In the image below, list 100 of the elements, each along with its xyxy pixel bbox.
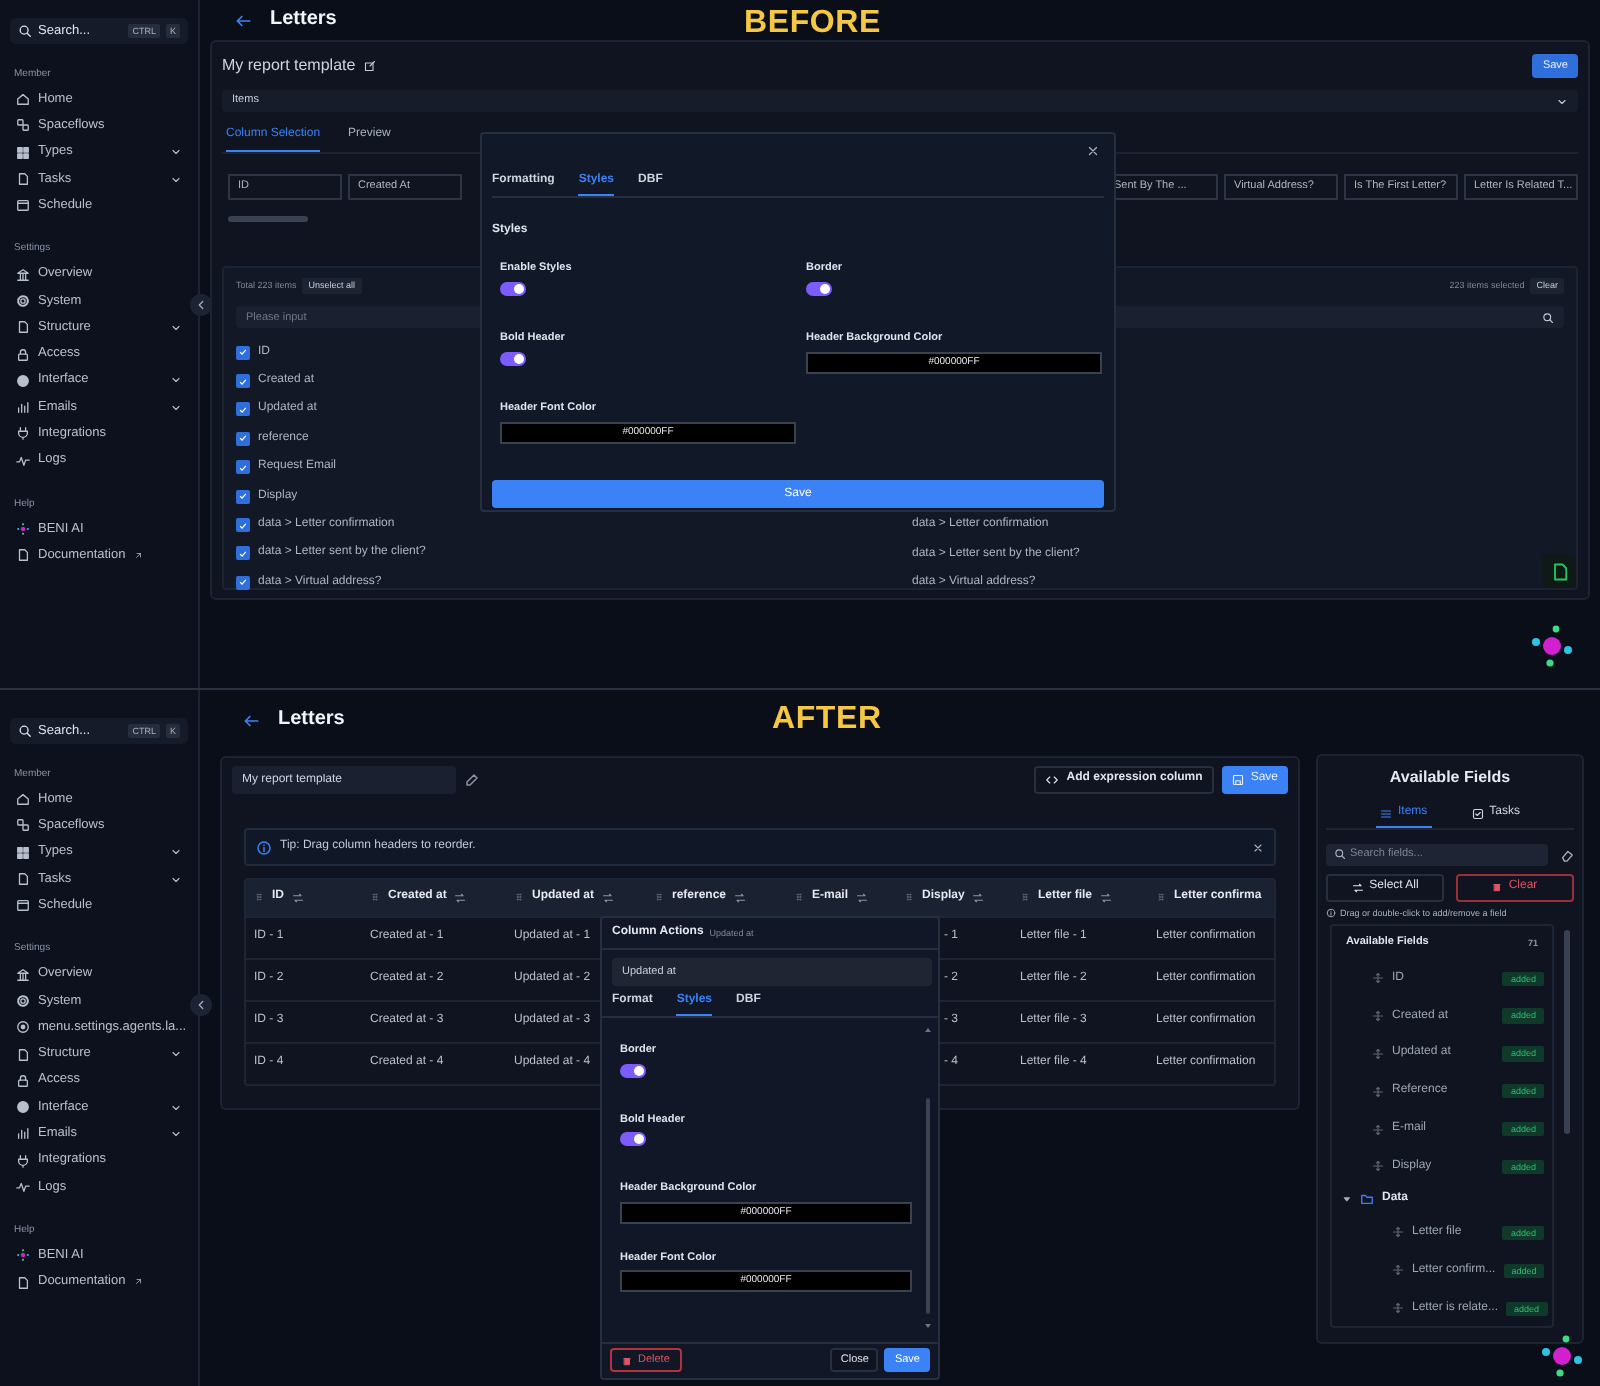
search-icon: [1334, 848, 1346, 861]
sparkle-icon: [16, 522, 30, 536]
toggle-switch[interactable]: [620, 1132, 646, 1147]
plug-icon: [16, 426, 30, 441]
panel-title: Available Fields: [1387, 768, 1513, 788]
home-icon: [16, 792, 30, 807]
collapse-button[interactable]: [190, 994, 212, 1016]
logo-icon: [1530, 624, 1574, 668]
checkbox[interactable]: [236, 431, 250, 446]
checkbox[interactable]: [236, 518, 250, 533]
pulse-icon: [16, 1180, 30, 1194]
sort-icon: [1100, 891, 1113, 904]
info-icon: [1326, 907, 1336, 918]
scroll-up-icon[interactable]: [924, 1026, 932, 1034]
chart-icon: [16, 400, 30, 415]
lock-icon: [16, 347, 30, 362]
list-icon: [1379, 808, 1392, 820]
checkbox[interactable]: [236, 546, 250, 561]
toggle-switch[interactable]: [500, 351, 526, 366]
scrollbar: [228, 216, 308, 222]
calendar-icon: [16, 898, 30, 913]
document-icon: [16, 548, 30, 563]
external-link-icon: [133, 551, 142, 560]
search-icon: [1542, 311, 1554, 323]
sort-icon: [602, 891, 615, 904]
move-icon: [1372, 1123, 1384, 1136]
info-icon: [256, 839, 272, 855]
chevron-down-icon: [1556, 95, 1568, 107]
document-icon: [16, 172, 30, 187]
toggle-switch[interactable]: [806, 281, 832, 296]
page-title: Letters: [278, 708, 345, 732]
trash-icon: [622, 1355, 632, 1365]
checkbox[interactable]: [236, 345, 250, 360]
sort-icon: [856, 891, 869, 904]
close-icon: [1252, 841, 1264, 853]
back-arrow-icon: [242, 711, 260, 729]
move-icon: [1372, 1085, 1384, 1098]
pencil-icon: [464, 772, 480, 788]
caption-label: BEFORE: [744, 4, 881, 43]
checkbox[interactable]: [236, 489, 250, 504]
sort-icon: [454, 891, 467, 904]
squares-icon: [16, 118, 30, 133]
close-button[interactable]: [1252, 841, 1264, 853]
search-icon: [18, 724, 32, 738]
report-title: My report template: [222, 56, 356, 76]
document-icon: [16, 1275, 30, 1290]
chevron-left-icon: [194, 998, 208, 1012]
chart-icon: [16, 1126, 30, 1141]
home-icon: [16, 92, 30, 107]
move-icon: [1372, 972, 1384, 985]
code-icon: [1046, 774, 1059, 786]
gear-icon: [16, 993, 30, 1008]
document-icon: [16, 872, 30, 887]
document-icon: [16, 320, 30, 335]
caption-label: AFTER: [772, 700, 882, 739]
page-title: Letters: [270, 8, 337, 32]
eraser-button[interactable]: [1560, 847, 1574, 862]
pulse-icon: [16, 453, 30, 468]
sort-icon: [292, 891, 304, 904]
document-icon: [1549, 561, 1569, 581]
target-icon: [16, 1020, 30, 1035]
gear-icon: [16, 293, 30, 308]
checkbox[interactable]: [236, 575, 250, 590]
checkbox[interactable]: [236, 374, 250, 389]
close-icon: [1086, 143, 1100, 157]
building-icon: [16, 967, 30, 982]
back-arrow-icon: [234, 11, 252, 29]
building-icon: [16, 267, 30, 282]
document-icon: [16, 1047, 30, 1062]
calendar-icon: [16, 198, 30, 213]
sparkle-icon: [16, 1248, 30, 1263]
logo-icon: [1540, 1334, 1584, 1378]
move-icon: [1392, 1226, 1404, 1239]
lock-icon: [16, 1073, 30, 1088]
edit-icon: [363, 60, 376, 72]
toggle-switch[interactable]: [500, 281, 526, 296]
close-button[interactable]: [1086, 143, 1100, 157]
chevron-left-icon: [194, 298, 208, 312]
save-icon: [1232, 774, 1245, 786]
eraser-icon: [1560, 847, 1574, 862]
scroll-down-icon[interactable]: [924, 1322, 932, 1330]
caret-down-icon: [1342, 1194, 1352, 1205]
move-icon: [1392, 1302, 1404, 1315]
checkbox[interactable]: [236, 460, 250, 475]
squares-icon: [16, 818, 30, 833]
external-link-icon: [133, 1278, 142, 1287]
move-icon: [1372, 1160, 1384, 1173]
checkbox-icon: [1471, 808, 1484, 820]
trash-icon: [1492, 882, 1503, 893]
grid-icon: [16, 145, 30, 160]
move-icon: [1392, 1264, 1404, 1277]
search-icon: [18, 24, 32, 38]
sort-icon: [972, 891, 985, 904]
expand-toggle[interactable]: [1342, 1194, 1352, 1205]
grid-icon: [16, 845, 30, 860]
export-button[interactable]: [1542, 554, 1576, 588]
move-icon: [1372, 1010, 1384, 1023]
toggle-switch[interactable]: [620, 1063, 646, 1078]
move-icon: [1372, 1047, 1384, 1060]
checkbox[interactable]: [236, 402, 250, 417]
